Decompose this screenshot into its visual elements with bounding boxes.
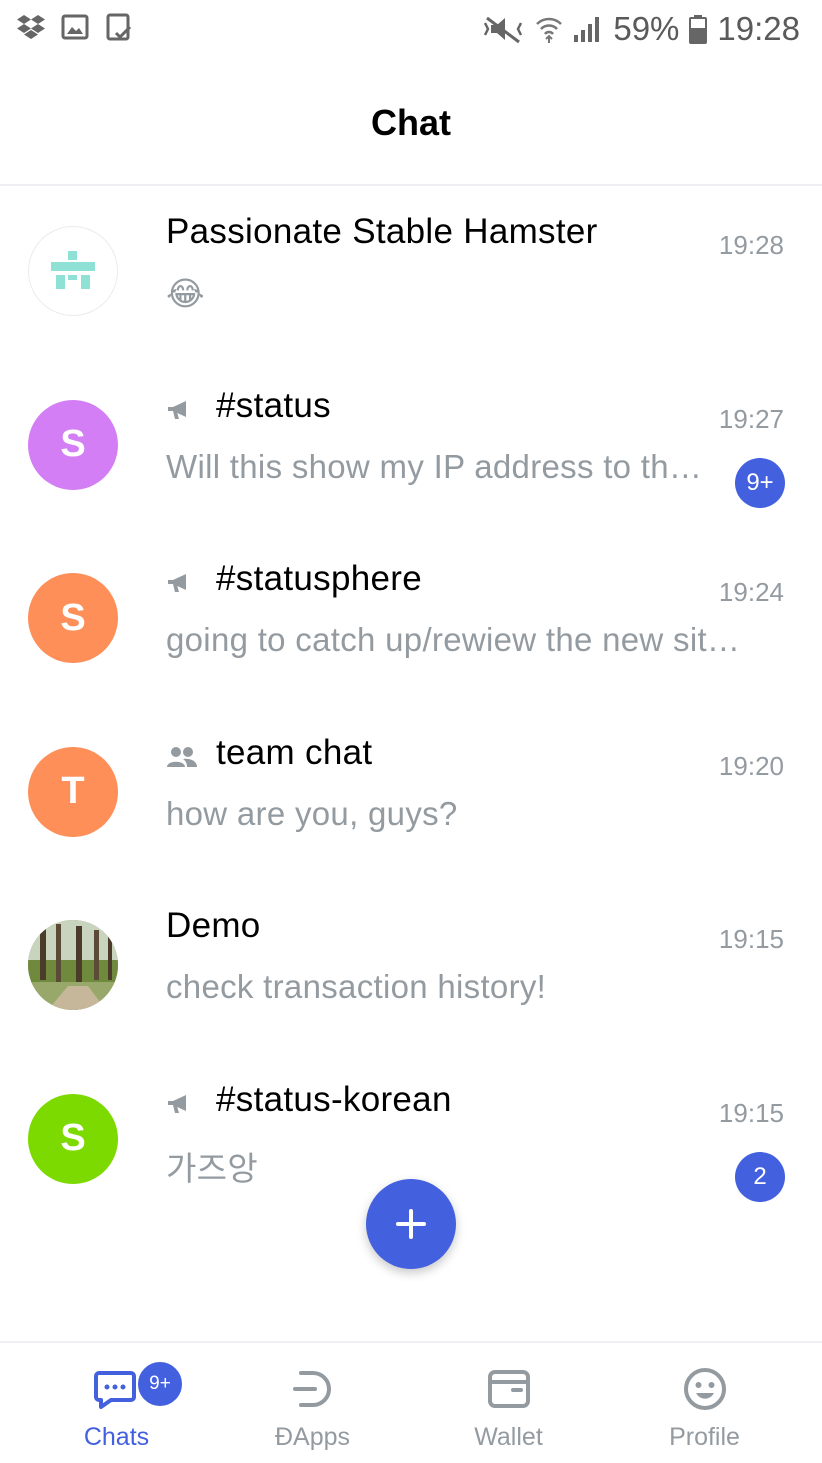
chat-title-row: #statusphere [166,559,422,599]
group-icon [166,742,200,772]
avatar-letter: S [60,423,86,465]
smiley-icon [681,1365,729,1413]
chat-last-message: going to catch up/rewiew the new sit… [166,621,741,658]
chat-time: 19:27 [718,403,784,434]
new-chat-button[interactable] [366,1179,456,1269]
avatar-letter: S [60,596,86,639]
photo-avatar [28,920,118,1010]
chat-name: #statusphere [216,559,422,598]
chat-title-row: #status-korean [166,1080,452,1120]
dapps-icon [289,1365,337,1413]
battery-percent: 59% [613,10,680,47]
wifi-icon [535,14,563,44]
plus-icon [396,1209,426,1239]
tab-label: Wallet [474,1423,543,1451]
chat-item-status[interactable]: S #status 19:27 Will this show my IP add… [0,360,822,534]
chat-name: #status [216,385,331,425]
status-bar-notifications [16,12,134,42]
chat-time: 19:20 [718,750,784,781]
avatar-letter: T [61,770,85,812]
chat-title-row: Passionate Stable Hamster [166,212,598,252]
clock: 19:28 [717,10,800,47]
chat-time: 19:15 [718,924,784,954]
clipboard-check-icon [104,12,134,42]
chat-name: team chat [216,732,373,772]
chat-item-passionate-stable-hamster[interactable]: Passionate Stable Hamster 19:28 😂 [0,186,822,360]
chat-time: 19:24 [718,577,784,607]
letter-avatar: S [28,399,118,490]
chat-name: #status-korean [216,1079,452,1119]
chat-item-team-chat[interactable]: T team chat 19:20 how are you, guys? [0,707,822,881]
tab-wallet[interactable]: Wallet [406,1343,611,1463]
page-title: Chat [371,102,451,143]
status-bar-system: 59% 19:28 [483,10,800,48]
chat-time: 19:15 [718,1097,784,1128]
chat-last-message: 😂 [166,275,205,312]
tab-label: Profile [669,1423,740,1451]
megaphone-icon [166,1089,200,1119]
tab-dapps[interactable]: ĐApps [210,1343,415,1463]
tab-label: ĐApps [274,1423,351,1451]
letter-avatar: S [28,573,118,663]
unread-badge: 9+ [735,457,785,508]
avatar-letter: S [60,1117,86,1159]
identicon-avatar [28,226,118,316]
chat-bubble-icon [93,1365,141,1413]
letter-avatar: S [28,1093,118,1184]
bottom-tab-bar: 9+ Chats ĐApps Wallet Profile [0,1341,822,1463]
chat-item-demo[interactable]: Demo 19:15 check transaction history! [0,880,822,1054]
wallet-icon [485,1365,533,1413]
mute-icon [483,14,525,44]
tab-label: Chats [83,1423,150,1451]
tab-badge: 9+ [136,1360,184,1408]
battery-icon [689,14,708,44]
chat-time: 19:28 [718,230,784,260]
letter-avatar: T [28,746,118,837]
chat-title-row: Demo [166,906,261,946]
status-bar: 59% 19:28 [0,0,822,58]
chat-title-row: team chat [166,733,372,773]
chat-list: Passionate Stable Hamster 19:28 😂 S #sta… [0,186,822,1227]
gallery-icon [60,12,90,42]
tab-profile[interactable]: Profile [602,1343,807,1463]
chat-last-message: 가즈앙 [166,1149,258,1187]
chat-name: Passionate Stable Hamster [166,212,598,251]
tab-chats[interactable]: 9+ Chats [14,1343,219,1463]
chat-item-statusphere[interactable]: S #statusphere 19:24 going to catch up/r… [0,533,822,707]
signal-icon [573,15,603,43]
chat-last-message: Will this show my IP address to th… [166,447,703,485]
chat-last-message: check transaction history! [166,968,547,1005]
unread-badge: 2 [735,1151,785,1202]
chat-name: Demo [166,906,261,945]
dropbox-icon [16,12,46,42]
megaphone-icon [166,395,200,425]
chat-title-row: #status [166,386,331,426]
chat-last-message: how are you, guys? [166,794,458,832]
top-bar: Chat [0,58,822,186]
megaphone-icon [166,568,200,598]
